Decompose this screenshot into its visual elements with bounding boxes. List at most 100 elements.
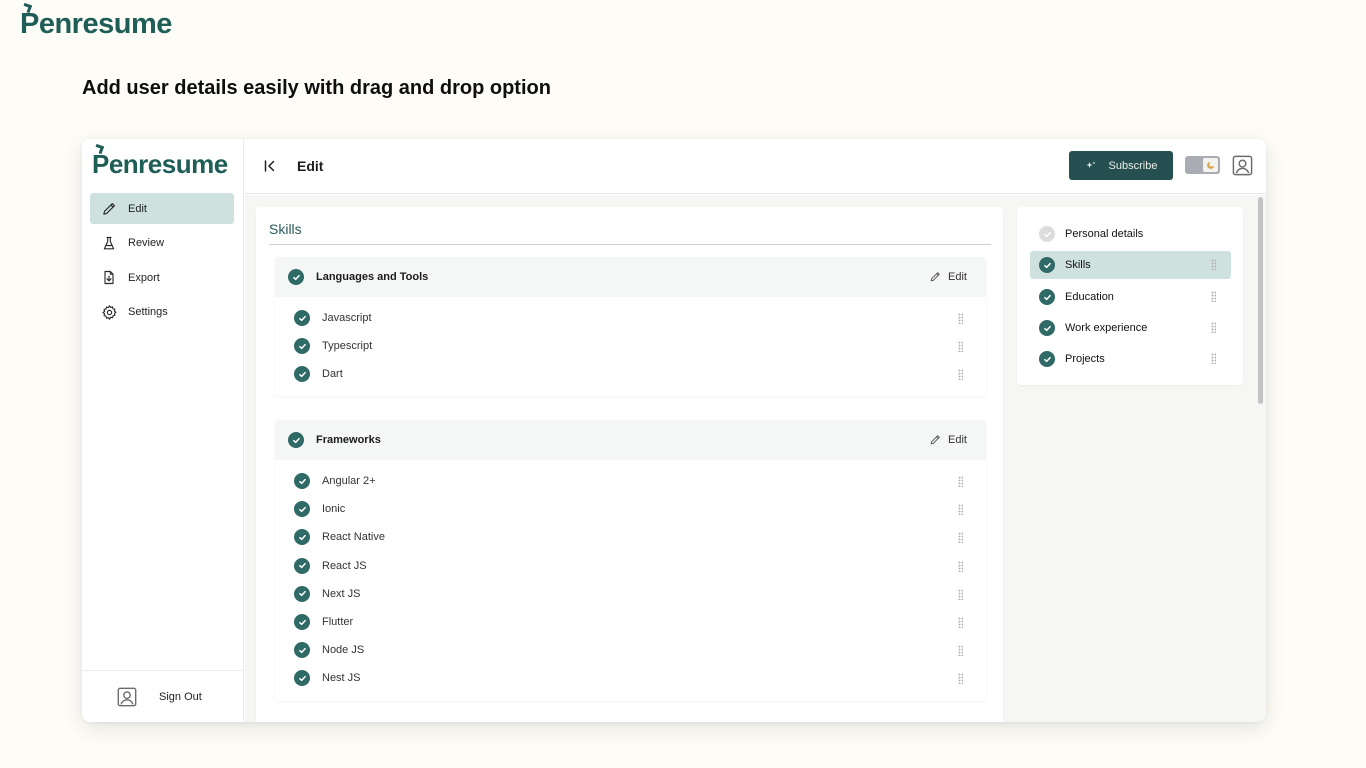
check-icon	[294, 557, 310, 574]
sidebar-nav: Edit Review Export Settings	[90, 193, 234, 331]
profile-icon[interactable]	[1231, 154, 1254, 177]
section-label: Personal details	[1065, 228, 1144, 240]
skill-item[interactable]: Dart	[275, 360, 986, 388]
skill-item[interactable]: Typescript	[275, 332, 986, 360]
check-icon	[294, 642, 310, 659]
skill-label: Javascript	[322, 312, 372, 325]
skills-title: Skills	[269, 221, 302, 237]
drag-handle-icon[interactable]	[958, 616, 963, 628]
check-icon	[294, 670, 310, 687]
skill-item[interactable]: Next JS	[275, 580, 986, 608]
skill-item[interactable]: React Native	[275, 523, 986, 551]
check-icon	[294, 614, 310, 631]
drag-handle-icon[interactable]	[958, 313, 963, 324]
gear-icon	[100, 303, 118, 321]
pencil-icon	[929, 433, 942, 446]
skill-item[interactable]: Node JS	[275, 636, 986, 664]
edit-group-button[interactable]: Edit	[929, 433, 967, 446]
skill-label: Ionic	[322, 503, 346, 516]
moon-icon	[1203, 158, 1218, 172]
brand-logo-text: enresume	[38, 8, 173, 40]
check-icon	[288, 432, 304, 448]
skill-label: Flutter	[322, 616, 354, 629]
section-item-projects[interactable]: Projects	[1030, 345, 1231, 373]
skill-label: Angular 2+	[322, 475, 376, 488]
drag-handle-icon[interactable]	[958, 476, 963, 487]
sidebar-item-label: Edit	[128, 202, 147, 215]
skill-label: Next JS	[322, 587, 361, 600]
sidebar-item-export[interactable]: Export	[90, 262, 234, 293]
check-icon	[288, 269, 304, 285]
subscribe-button[interactable]: Subscribe	[1069, 151, 1173, 180]
divider	[269, 244, 991, 245]
check-icon	[1039, 351, 1055, 367]
drag-handle-icon[interactable]	[958, 504, 963, 516]
skill-item[interactable]: Angular 2+	[275, 467, 986, 495]
section-label: Work experience	[1065, 322, 1148, 334]
section-label: Education	[1065, 291, 1114, 303]
skill-item[interactable]: Flutter	[275, 608, 986, 636]
check-icon	[294, 585, 310, 602]
sidebar-item-label: Export	[128, 271, 160, 284]
drag-handle-icon[interactable]	[958, 532, 963, 544]
edit-label: Edit	[948, 270, 967, 283]
skill-label: React Native	[322, 531, 385, 544]
check-icon	[1039, 320, 1055, 336]
skill-label: Dart	[322, 368, 343, 381]
collapse-sidebar-icon[interactable]	[263, 159, 277, 173]
section-item-work-experience[interactable]: Work experience	[1030, 314, 1231, 342]
section-label: Projects	[1065, 353, 1105, 365]
skill-item[interactable]: Nest JS	[275, 664, 986, 692]
skill-group-title: Languages and Tools	[316, 271, 429, 283]
vertical-scrollbar[interactable]	[1256, 195, 1266, 722]
skill-group-title: Frameworks	[316, 434, 381, 446]
sidebar-item-label: Settings	[128, 306, 168, 318]
sign-out-button[interactable]: Sign Out	[82, 670, 244, 722]
sidebar-logo[interactable]: Penresume	[92, 143, 228, 180]
user-avatar-icon	[116, 686, 138, 708]
top-bar: Edit Subscribe	[245, 139, 1266, 194]
skill-item[interactable]: Ionic	[275, 495, 986, 523]
sidebar-item-settings[interactable]: Settings	[90, 297, 234, 328]
drag-handle-icon[interactable]	[1211, 353, 1216, 364]
drag-handle-icon[interactable]	[958, 588, 963, 600]
skill-group-frameworks: Frameworks Edit Angular 2+ Ionic React N…	[275, 420, 986, 701]
skill-label: Node JS	[322, 644, 365, 657]
skill-item[interactable]: React JS	[275, 552, 986, 580]
drag-handle-icon[interactable]	[958, 560, 963, 572]
sidebar-item-review[interactable]: Review	[90, 228, 234, 259]
drag-handle-icon[interactable]	[958, 673, 963, 685]
section-item-education[interactable]: Education	[1030, 283, 1231, 311]
sidebar: Penresume Edit Review Export Settings Si…	[82, 139, 244, 722]
check-icon	[294, 338, 310, 355]
sections-panel: Personal details Skills Education Work e…	[1017, 207, 1243, 385]
skill-label: React JS	[322, 559, 367, 572]
scrollbar-thumb[interactable]	[1258, 197, 1263, 404]
main-content: Skills Languages and Tools Edit Javascri…	[245, 195, 1256, 722]
skill-item[interactable]: Javascript	[275, 304, 986, 332]
section-item-skills[interactable]: Skills	[1030, 251, 1231, 279]
drag-handle-icon[interactable]	[1211, 322, 1216, 333]
skills-card: Skills Languages and Tools Edit Javascri…	[256, 207, 1003, 722]
sparkle-icon	[1085, 160, 1097, 172]
section-item-personal-details[interactable]: Personal details	[1030, 220, 1231, 248]
theme-toggle[interactable]	[1185, 156, 1220, 174]
drag-handle-icon[interactable]	[958, 645, 963, 657]
brand-logo: Penresume	[20, 2, 173, 41]
drag-handle-icon[interactable]	[1211, 259, 1216, 270]
pencil-icon	[929, 270, 942, 283]
sidebar-item-edit[interactable]: Edit	[90, 193, 234, 224]
download-file-icon	[100, 269, 118, 287]
drag-handle-icon[interactable]	[958, 341, 963, 353]
edit-group-button[interactable]: Edit	[929, 270, 967, 283]
check-icon	[294, 529, 310, 546]
drag-handle-icon[interactable]	[958, 369, 963, 381]
page-title: Edit	[297, 158, 324, 174]
sign-out-label: Sign Out	[159, 690, 202, 703]
flask-icon	[100, 234, 118, 252]
skill-label: Nest JS	[322, 672, 361, 685]
check-icon	[294, 473, 310, 490]
drag-handle-icon[interactable]	[1211, 291, 1216, 302]
skill-group-header: Languages and Tools	[275, 257, 986, 297]
app-window: Penresume Edit Review Export Settings Si…	[82, 139, 1266, 722]
